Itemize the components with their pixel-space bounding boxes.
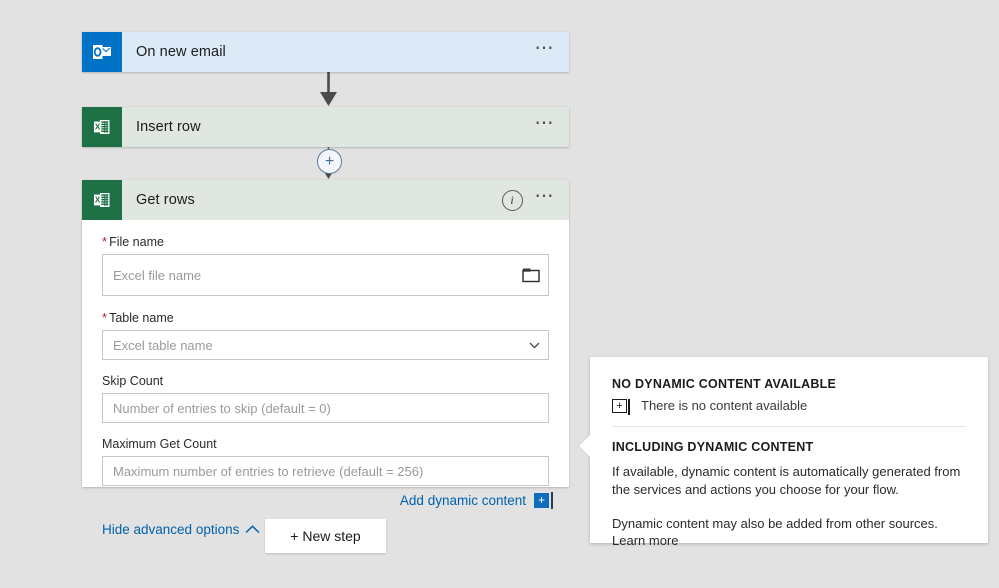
no-content-row: + There is no content available — [612, 398, 966, 415]
chevron-down-icon[interactable] — [520, 331, 548, 359]
panel-caret — [579, 435, 590, 457]
dynamic-content-badge-icon: + — [612, 398, 630, 415]
field-file-name: * File name — [102, 234, 549, 296]
field-label-text: Skip Count — [102, 374, 164, 388]
no-content-text: There is no content available — [641, 398, 808, 413]
step-title: Get rows — [136, 192, 195, 208]
step-menu-button[interactable]: ⋯ — [533, 114, 558, 139]
hide-advanced-options-toggle[interactable]: Hide advanced options — [102, 522, 260, 537]
including-dynamic-content-heading: INCLUDING DYNAMIC CONTENT — [612, 440, 814, 454]
field-label-text: Table name — [109, 311, 174, 325]
add-dynamic-content-row: Add dynamic content + — [102, 492, 553, 509]
outlook-icon — [82, 32, 122, 72]
add-step-between-button[interactable]: + — [317, 149, 342, 174]
learn-more-link[interactable]: Learn more — [612, 533, 966, 548]
field-table-name: * Table name — [102, 310, 549, 360]
step-header-actions: ⋯ — [533, 32, 570, 72]
chevron-up-icon — [245, 525, 260, 534]
field-label: * Table name — [102, 310, 549, 325]
field-label: * File name — [102, 234, 549, 249]
info-icon[interactable]: i — [501, 189, 523, 211]
field-label-text: File name — [109, 235, 164, 249]
panel-paragraph-1: If available, dynamic content is automat… — [612, 464, 961, 497]
step-title: Insert row — [136, 119, 201, 135]
folder-icon[interactable] — [514, 255, 548, 295]
svg-text:X: X — [95, 123, 101, 132]
step-menu-button[interactable]: ⋯ — [533, 39, 558, 64]
field-maximum-get-count: Maximum Get Count — [102, 437, 549, 486]
flow-step-get-rows[interactable]: X Get rows i ⋯ * File name Excel file na… — [82, 180, 569, 537]
hide-advanced-options-label: Hide advanced options — [102, 522, 240, 537]
step-header[interactable]: On new email ⋯ — [82, 32, 569, 72]
panel-paragraph-2: Dynamic content may also be added from o… — [612, 516, 938, 531]
plus-icon: + — [324, 152, 335, 170]
no-dynamic-content-heading: NO DYNAMIC CONTENT AVAILABLE — [612, 377, 837, 391]
step-header[interactable]: X Get rows i ⋯ — [82, 180, 569, 220]
required-marker: * — [102, 234, 108, 249]
panel-divider — [612, 426, 966, 427]
dynamic-content-panel: NO DYNAMIC CONTENT AVAILABLE + There is … — [579, 357, 988, 548]
file-name-input[interactable] — [103, 267, 514, 283]
add-dynamic-content-badge-icon[interactable]: + — [534, 492, 553, 509]
maximum-get-count-input[interactable] — [103, 463, 548, 479]
step-header[interactable]: X Insert row ⋯ — [82, 107, 569, 147]
excel-icon: X — [82, 107, 122, 147]
step-header-actions: i ⋯ — [501, 180, 570, 220]
get-rows-form: *File name *Table name — [82, 234, 569, 539]
step-menu-button[interactable]: ⋯ — [533, 187, 558, 212]
excel-icon: X — [82, 180, 122, 220]
skip-count-input[interactable] — [103, 400, 548, 416]
flow-step-insert-row[interactable]: X Insert row ⋯ — [82, 107, 569, 147]
add-dynamic-content-link[interactable]: Add dynamic content — [400, 493, 526, 508]
file-name-input-wrapper[interactable] — [102, 254, 549, 296]
table-name-input-wrapper[interactable] — [102, 330, 549, 360]
step-header-actions: ⋯ — [533, 107, 570, 147]
skip-count-input-wrapper[interactable] — [102, 393, 549, 423]
table-name-input[interactable] — [103, 337, 520, 353]
field-skip-count: Skip Count — [102, 374, 549, 423]
maximum-get-count-input-wrapper[interactable] — [102, 456, 549, 486]
step-title: On new email — [136, 44, 226, 60]
required-marker: * — [102, 310, 108, 325]
new-step-button[interactable]: + New step — [265, 519, 386, 553]
field-label-text: Maximum Get Count — [102, 437, 217, 451]
svg-text:X: X — [95, 196, 101, 205]
field-label: Skip Count — [102, 374, 549, 388]
flow-step-on-new-email[interactable]: On new email ⋯ — [82, 32, 569, 72]
field-label: Maximum Get Count — [102, 437, 549, 451]
